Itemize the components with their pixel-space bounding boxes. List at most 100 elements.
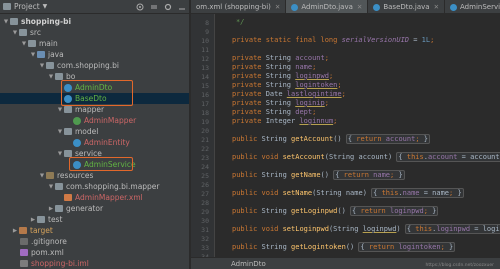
tree-item-label: com.shopping.bi.mapper (66, 182, 160, 191)
tree-item-src[interactable]: ▼ src (0, 27, 189, 38)
package-icon (64, 150, 72, 157)
breadcrumb-class[interactable]: AdminDto (231, 260, 266, 268)
package-icon (55, 73, 63, 80)
code-line: private String account; (232, 54, 329, 62)
class-icon (73, 138, 81, 147)
code-line: */ (236, 18, 245, 26)
chevron-right-icon[interactable]: ▶ (11, 228, 19, 234)
editor-tabs: om.xml (shopping-bi) ✕ AdminDto.java ✕ B… (191, 0, 500, 14)
code-line: private String logintoken; (232, 81, 342, 89)
line-number: 27 (201, 190, 209, 198)
tree-item-label: resources (57, 171, 94, 180)
tab-pom-xml[interactable]: om.xml (shopping-bi) ✕ (191, 0, 287, 13)
line-number: 23 (201, 154, 209, 162)
chevron-down-icon[interactable]: ▼ (38, 63, 46, 69)
line-number: 25 (201, 172, 209, 180)
line-number: 15 (201, 82, 209, 90)
code-line: public void setLoginpwd(String loginpwd)… (232, 224, 500, 234)
tree-item-adminentity[interactable]: AdminEntity (0, 137, 189, 148)
chevron-down-icon[interactable]: ▼ (56, 107, 64, 113)
code-line: private Date lastlogintime; (232, 90, 346, 98)
tree-item-main[interactable]: ▼ main (0, 38, 189, 49)
tree-item-com-shopping-bi-mapper[interactable]: ▼ com.shopping.bi.mapper (0, 181, 189, 192)
line-number: 12 (201, 55, 209, 63)
line-number: 9 (205, 28, 209, 36)
code-line: private String loginpwd; (232, 72, 334, 80)
package-icon (64, 128, 72, 135)
chevron-down-icon[interactable]: ▼ (38, 173, 46, 179)
folder-icon (37, 216, 45, 223)
line-number: 24 (201, 163, 209, 171)
line-number-gutter: 8 9 10 11 12 13 14 15 16 17 18 19 20 21 … (191, 14, 215, 269)
hide-icon[interactable] (178, 3, 186, 11)
tree-item-label: .gitignore (31, 237, 67, 246)
line-number: 10 (201, 37, 209, 45)
breadcrumb-bar: AdminDto https://blog.csdn.net/zoozxuer (191, 257, 500, 269)
tree-item-label: pom.xml (31, 248, 64, 257)
tree-item-label: mapper (75, 105, 105, 114)
line-number: 17 (201, 100, 209, 108)
tree-item-shopping-bi-iml[interactable]: shopping-bi.iml (0, 258, 189, 269)
close-icon[interactable]: ✕ (434, 3, 439, 11)
line-number: 20 (201, 127, 209, 135)
line-number: 11 (201, 46, 209, 54)
chevron-down-icon[interactable]: ▼ (47, 184, 55, 190)
folder-icon (10, 18, 18, 25)
tree-item-label: AdminMapper (84, 116, 137, 125)
project-icon (3, 3, 11, 10)
chevron-down-icon[interactable]: ▼ (11, 30, 19, 36)
chevron-right-icon[interactable]: ▶ (47, 206, 55, 212)
maven-file-icon (20, 249, 28, 256)
tree-item-shopping-bi[interactable]: ▼ shopping-bi (0, 16, 189, 27)
highlight-box-service (69, 157, 133, 171)
resources-folder-icon (46, 172, 54, 179)
tree-item-generator[interactable]: ▶ generator (0, 203, 189, 214)
code-line: private String name; (232, 63, 317, 71)
chevron-down-icon[interactable]: ▼ (2, 19, 10, 25)
line-number: 19 (201, 118, 209, 126)
tree-item-label: shopping-bi.iml (31, 259, 89, 268)
tab-basedto[interactable]: BaseDto.java ✕ (368, 0, 446, 13)
code-line: private Integer loginnum; (232, 117, 338, 125)
tree-item-label: model (75, 127, 99, 136)
interface-icon (73, 116, 81, 125)
chevron-right-icon[interactable]: ▶ (29, 217, 37, 223)
tree-item-adminmapper-xml[interactable]: AdminMapper.xml (0, 192, 189, 203)
tree-item-java[interactable]: ▼ java (0, 49, 189, 60)
chevron-down-icon[interactable]: ▼ (29, 52, 37, 58)
code-line: private String loginip; (232, 99, 329, 107)
tab-adminservice[interactable]: AdminService.java ✕ (445, 0, 500, 13)
code-line: public void setAccount(String account) {… (232, 152, 500, 162)
collapse-icon[interactable] (150, 3, 158, 11)
line-number: 13 (201, 64, 209, 72)
chevron-down-icon[interactable]: ▼ (20, 41, 28, 47)
chevron-down-icon[interactable]: ▼ (43, 3, 48, 10)
tree-item-label: test (48, 215, 63, 224)
chevron-down-icon[interactable]: ▼ (56, 151, 64, 157)
close-icon[interactable]: ✕ (275, 3, 280, 11)
tree-item-test[interactable]: ▶ test (0, 214, 189, 225)
tree-item-com-shopping-bi[interactable]: ▼ com.shopping.bi (0, 60, 189, 71)
line-number: 29 (201, 208, 209, 216)
tree-item-adminmapper[interactable]: AdminMapper (0, 115, 189, 126)
project-panel: Project ▼ ▼ shopping-bi ▼ src ▼ main ▼ j… (0, 0, 190, 269)
line-number: 32 (201, 235, 209, 243)
tree-item-target[interactable]: ▶ target (0, 225, 189, 236)
tree-item-gitignore[interactable]: .gitignore (0, 236, 189, 247)
close-icon[interactable]: ✕ (357, 3, 362, 11)
chevron-down-icon[interactable]: ▼ (47, 74, 55, 80)
tree-item-resources[interactable]: ▼ resources (0, 170, 189, 181)
line-number: 28 (201, 199, 209, 207)
folder-icon (55, 183, 63, 190)
tab-admindto[interactable]: AdminDto.java ✕ (286, 0, 369, 13)
project-title[interactable]: Project (14, 2, 40, 11)
locate-icon[interactable] (136, 3, 144, 11)
code-line: public String getLogintoken() { return l… (232, 242, 456, 252)
tree-item-label: java (48, 50, 64, 59)
tree-item-label: generator (66, 204, 104, 213)
tree-item-pom-xml[interactable]: pom.xml (0, 247, 189, 258)
tree-item-model[interactable]: ▼ model (0, 126, 189, 137)
chevron-down-icon[interactable]: ▼ (56, 129, 64, 135)
gear-icon[interactable] (164, 3, 172, 11)
code-editor[interactable]: */ private static final long serialVersi… (232, 14, 500, 257)
